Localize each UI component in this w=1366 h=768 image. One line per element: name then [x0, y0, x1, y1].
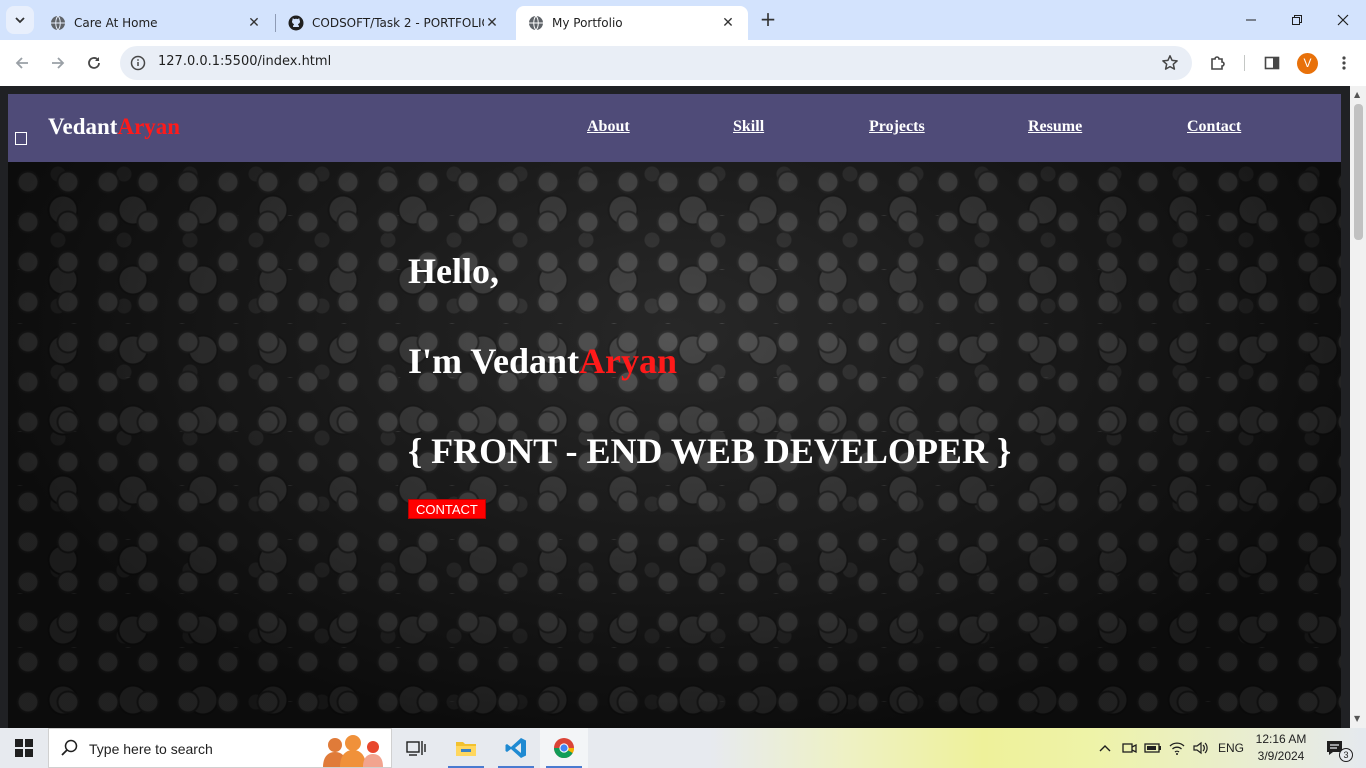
windows-taskbar: Type here to search ENG 12:16 AM 3/9/202…	[0, 728, 1366, 768]
minimize-button[interactable]	[1228, 0, 1274, 40]
globe-icon	[51, 15, 65, 31]
extensions-button[interactable]	[1204, 49, 1232, 77]
clock-date: 3/9/2024	[1257, 749, 1305, 763]
arrow-left-icon	[15, 57, 28, 69]
chevron-down-icon	[15, 17, 25, 24]
notification-badge: 3	[1339, 748, 1353, 762]
battery-icon	[1144, 743, 1161, 753]
back-button[interactable]	[8, 49, 36, 77]
vscode-app[interactable]	[492, 728, 540, 768]
tab-search-button[interactable]	[6, 6, 34, 34]
language-indicator[interactable]: ENG	[1214, 728, 1248, 768]
tab-care-at-home[interactable]: Care At Home ✕	[38, 6, 274, 40]
speaker-icon	[1193, 741, 1208, 755]
start-button[interactable]	[0, 728, 48, 768]
more-vert-icon	[1342, 56, 1346, 70]
close-icon[interactable]: ✕	[720, 15, 736, 31]
contact-button[interactable]: CONTACT	[408, 499, 486, 519]
chevron-up-icon	[1099, 745, 1111, 752]
browser-toolbar: 127.0.0.1:5500/index.html V	[0, 40, 1366, 86]
file-explorer-app[interactable]	[442, 728, 490, 768]
show-hidden-icons-button[interactable]	[1094, 728, 1116, 768]
site-header: VedantAryan About Skill Projects Resume …	[8, 94, 1341, 162]
search-placeholder: Type here to search	[89, 741, 213, 757]
minimize-icon	[1246, 19, 1256, 21]
volume-tray[interactable]	[1190, 728, 1212, 768]
puzzle-icon	[1211, 56, 1225, 70]
restore-button[interactable]	[1274, 0, 1320, 40]
address-bar[interactable]: 127.0.0.1:5500/index.html	[120, 46, 1192, 80]
bookmark-star-icon[interactable]	[1160, 53, 1180, 73]
hero-role: { FRONT - END WEB DEVELOPER }	[408, 431, 1012, 471]
profile-avatar[interactable]: V	[1297, 53, 1318, 74]
taskbar-search[interactable]: Type here to search	[48, 728, 392, 768]
task-view-icon	[406, 741, 426, 756]
tab-my-portfolio[interactable]: My Portfolio ✕	[516, 6, 748, 40]
reload-button[interactable]	[80, 49, 108, 77]
close-icon	[1337, 14, 1349, 26]
hero-intro-prefix: I'm Vedant	[408, 341, 580, 381]
logo-first: Vedant	[48, 114, 118, 139]
tab-codsoft-portfolio[interactable]: CODSOFT/Task 2 - PORTFOLIO ✕	[276, 6, 512, 40]
page-scrollbar[interactable]: ▲ ▼	[1350, 86, 1366, 728]
close-icon[interactable]: ✕	[246, 15, 262, 31]
meet-now-tray[interactable]	[1118, 728, 1140, 768]
logo-second: Aryan	[117, 114, 181, 139]
hero-section: Hello, I'm VedantAryan { FRONT - END WEB…	[8, 162, 1341, 728]
scroll-down-icon[interactable]: ▼	[1354, 714, 1360, 723]
side-panel-icon	[1264, 56, 1280, 70]
taskbar-clock[interactable]: 12:16 AM 3/9/2024	[1250, 731, 1312, 765]
notifications-button[interactable]: 3	[1318, 728, 1353, 768]
wifi-tray[interactable]	[1166, 728, 1188, 768]
nav-link-projects[interactable]: Projects	[869, 118, 925, 136]
close-window-button[interactable]	[1320, 0, 1366, 40]
github-icon	[288, 15, 304, 31]
close-icon[interactable]: ✕	[484, 15, 500, 31]
battery-tray[interactable]	[1142, 728, 1164, 768]
forward-button[interactable]	[44, 49, 72, 77]
globe-icon	[529, 15, 543, 31]
vscode-icon	[505, 738, 526, 758]
wifi-icon	[1169, 742, 1185, 755]
hero-intro-highlight: Aryan	[579, 341, 678, 381]
clock-time: 12:16 AM	[1255, 732, 1307, 746]
search-highlight-illustration-icon	[323, 735, 383, 767]
nav-link-about[interactable]: About	[587, 118, 630, 136]
site-logo[interactable]: VedantAryan	[48, 114, 180, 140]
chrome-icon	[553, 738, 575, 759]
task-view-button[interactable]	[392, 728, 440, 768]
url-text[interactable]: 127.0.0.1:5500/index.html	[158, 54, 331, 69]
restore-icon	[1292, 15, 1302, 25]
new-tab-button[interactable]: +	[757, 8, 779, 32]
tab-title: Care At Home	[74, 16, 158, 30]
menu-button[interactable]	[1330, 49, 1358, 77]
folder-icon	[456, 742, 476, 756]
tab-title: CODSOFT/Task 2 - PORTFOLIO	[312, 16, 484, 30]
search-icon	[61, 739, 78, 756]
nav-link-resume[interactable]: Resume	[1028, 118, 1082, 136]
reload-icon	[88, 57, 100, 69]
menu-toggle-checkbox[interactable]	[15, 132, 27, 145]
side-panel-button[interactable]	[1258, 49, 1286, 77]
camera-icon	[1122, 743, 1137, 754]
portfolio-page: VedantAryan About Skill Projects Resume …	[8, 94, 1341, 728]
tab-title: My Portfolio	[552, 16, 623, 30]
scroll-up-icon[interactable]: ▲	[1354, 90, 1360, 99]
nav-link-skill[interactable]: Skill	[733, 118, 764, 136]
hero-intro: I'm VedantAryan	[408, 340, 677, 382]
scrollbar-thumb[interactable]	[1354, 104, 1363, 240]
arrow-right-icon	[52, 57, 65, 69]
site-info-icon[interactable]	[128, 53, 148, 73]
page-viewport: VedantAryan About Skill Projects Resume …	[0, 86, 1350, 728]
toolbar-divider	[1244, 55, 1245, 71]
hero-greeting: Hello,	[408, 251, 499, 291]
windows-logo-icon	[15, 739, 33, 757]
chrome-app[interactable]	[540, 728, 588, 768]
nav-link-contact[interactable]: Contact	[1187, 118, 1241, 136]
browser-tab-strip: Care At Home ✕ CODSOFT/Task 2 - PORTFOLI…	[0, 0, 1366, 40]
